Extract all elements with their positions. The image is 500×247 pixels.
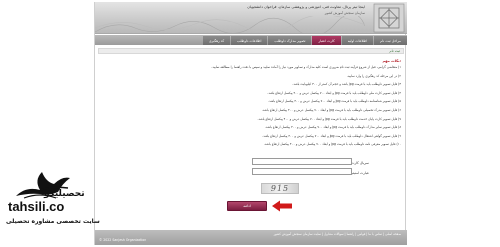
watermark-tagline: سایت تخصصی مشاوره تحصیلی: [6, 218, 100, 225]
banner-title: اینجا تیتر پرتال، معاونت فنی، آموزشی و پ…: [247, 5, 365, 9]
section-title: ثبت نام: [389, 49, 400, 53]
security-phrase-label: عبارت امنیتی:: [349, 171, 369, 175]
registration-page: اینجا تیتر پرتال، معاونت فنی، آموزشی و پ…: [94, 2, 407, 245]
notes-list: ۱) متقاضی گرامی، قبل از شروع فرآیند ثبت …: [101, 64, 401, 149]
banner-subtitle: سازمان سنجش آموزش کشور: [324, 11, 365, 15]
site-footer: صفحه اصلی | تماس با ما | قوانین | راهنما…: [95, 230, 407, 245]
important-notes: نکات مهم: ۱) متقاضی گرامی، قبل از شروع ف…: [101, 58, 401, 149]
section-header: ثبت نام: [98, 48, 404, 54]
note-item: ۶) فایل تصویر مدرک تحصیلی داوطلب باید با…: [261, 107, 401, 112]
captcha-image: 915: [261, 183, 299, 194]
note-item: ۵) فایل تصویر شناسنامه داوطلب باید با فر…: [268, 99, 401, 104]
tab-credit-card[interactable]: کارت اعتبار: [312, 36, 341, 45]
tab-basic-info[interactable]: اطلاعات اولیه: [341, 36, 374, 45]
submit-button[interactable]: ادامه: [227, 201, 267, 211]
pointer-arrow-icon: [272, 200, 292, 212]
tab-applicant-info[interactable]: اطلاعات داوطلب: [231, 36, 268, 45]
note-item: ۲) در این مرحله کد رهگیری را وارد نمایید…: [346, 73, 401, 78]
card-serial-label: سریال کارت:: [350, 161, 369, 165]
footer-copyright: © 2022 Sanjesh Organization: [99, 238, 147, 242]
main-nav: مراحل ثبت نام اطلاعات اولیه کارت اعتبار …: [95, 35, 407, 45]
watermark-domain: tahsili.co: [8, 199, 65, 214]
banner-pattern: [95, 16, 365, 34]
tab-tracking-code[interactable]: کد رهگیری: [202, 36, 231, 45]
note-item: ۱۰) فایل تصویر معرفی نامه داوطلب باید با…: [263, 142, 401, 147]
card-serial-input[interactable]: [252, 158, 352, 165]
note-item: ۸) فایل تصویر سایر مدارک داوطلب باید با …: [264, 125, 401, 130]
tab-registration-steps[interactable]: مراحل ثبت نام: [374, 36, 407, 45]
geometric-emblem-icon: [373, 3, 405, 33]
tab-document-images[interactable]: تصویر مدارک داوطلب: [268, 36, 312, 45]
watermark-persian-brand: تحصیلیکو: [44, 189, 85, 199]
footer-links[interactable]: صفحه اصلی | تماس با ما | قوانین | راهنما…: [274, 232, 401, 236]
card-form: سریال کارت: عبارت امنیتی: 915 ادامه: [95, 156, 407, 216]
note-item: ۱) متقاضی گرامی، قبل از شروع فرآیند ثبت …: [211, 65, 401, 69]
note-item: ۷) فایل تصویر کارت پایان خدمت داوطلب بای…: [257, 116, 401, 121]
note-item: ۴) فایل تصویر کارت ملی داوطلب باید با فر…: [267, 90, 401, 95]
tahsili-watermark: تحصیلیکو tahsili.co سایت تخصصی مشاوره تح…: [2, 166, 100, 244]
note-item: ۹) فایل تصویر گواهی اشتغال داوطلب باید ب…: [262, 133, 401, 138]
note-item: ۳) فایل تصویر داوطلب باید با فرمت jpg با…: [292, 82, 401, 87]
security-phrase-input[interactable]: [252, 168, 352, 175]
site-banner: اینجا تیتر پرتال، معاونت فنی، آموزشی و پ…: [95, 2, 407, 34]
